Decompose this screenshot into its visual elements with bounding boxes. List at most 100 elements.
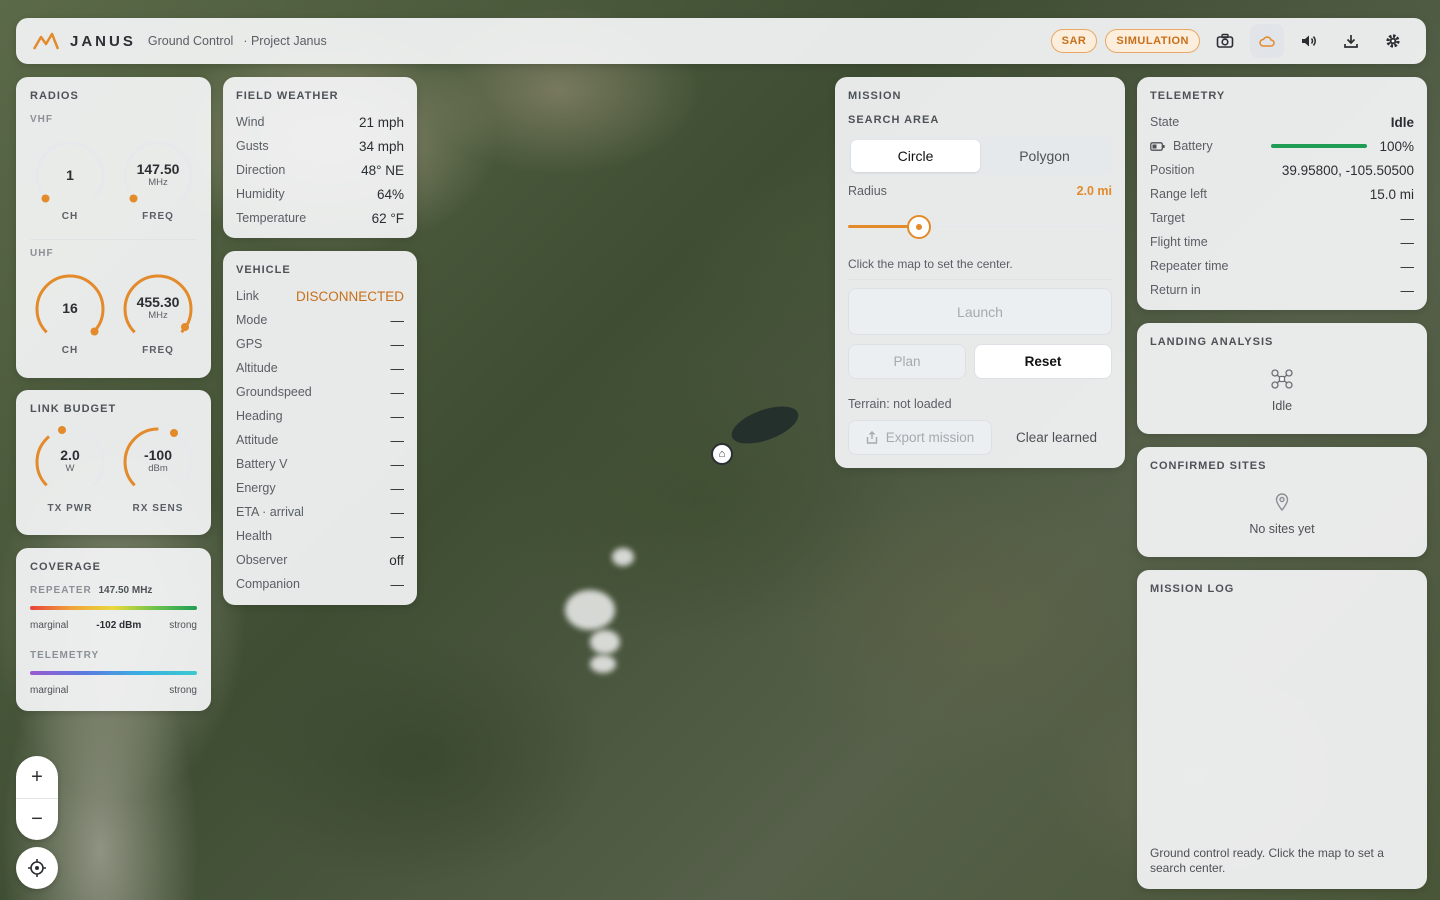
battery-label: Battery [1173,139,1213,153]
vehicle-key: Link [236,289,259,303]
camera-button[interactable] [1208,24,1242,58]
clear-learned-button[interactable]: Clear learned [1001,420,1112,455]
battery-value: 100% [1379,138,1414,154]
vehicle-row: Battery V — [236,452,404,476]
tab-circle[interactable]: Circle [851,140,980,172]
repeater-signal-bar [30,606,197,610]
vhf-channel-label: CH [61,211,79,222]
rx-sensitivity-value: -100 [143,447,173,463]
share-icon [866,431,877,444]
landing-analysis-title: LANDING ANALYSIS [1150,336,1274,348]
state-value: Idle [1390,114,1414,130]
vehicle-title: VEHICLE [236,264,291,276]
terrain-status: Terrain: not loaded [848,397,952,411]
telemetry-high-label: strong [169,685,197,696]
weather-row: Direction 48° NE [236,158,404,182]
slider-thumb[interactable] [907,215,932,239]
uhf-channel-label: CH [61,345,79,356]
telemetry-value: — [1400,210,1415,226]
simulation-badge[interactable]: SIMULATION [1105,29,1200,53]
search-area-title: SEARCH AREA [848,114,940,126]
launch-button[interactable]: Launch [848,288,1112,335]
vehicle-value: — [390,480,405,496]
vehicle-row: Health — [236,524,404,548]
export-mission-button[interactable]: Export mission [848,420,992,455]
weather-row: Gusts 34 mph [236,134,404,158]
mission-panel: MISSION SEARCH AREA Circle Polygon Radiu… [835,77,1125,468]
breadcrumb-project: · Project Janus [243,34,327,48]
coverage-panel: COVERAGE REPEATER 147.50 MHz marginal -1… [16,548,211,711]
settings-button[interactable] [1376,24,1410,58]
telemetry-key: Repeater time [1150,259,1229,273]
telemetry-row: Position 39.95800, -105.50500 [1150,158,1414,182]
uhf-frequency-label: FREQ [142,345,174,356]
telemetry-row: Repeater time — [1150,254,1414,278]
repeater-scale: marginal -102 dBm strong [30,620,197,631]
vhf-channel-value: 1 [66,167,74,183]
area-shape-toggle: Circle Polygon [848,137,1112,175]
sar-badge[interactable]: SAR [1050,29,1098,53]
uhf-channel-value: 16 [62,300,78,316]
vhf-frequency-gauge[interactable]: 147.50 MHz [121,139,195,213]
weather-key: Direction [236,163,286,177]
radius-slider[interactable] [848,215,1112,239]
drone-icon [1271,369,1293,389]
vehicle-key: Companion [236,577,300,591]
uhf-frequency-gauge[interactable]: 455.30 MHz [121,272,195,346]
landing-status: Idle [1271,399,1293,413]
map-cloud [612,548,634,566]
vehicle-row: GPS — [236,332,404,356]
zoom-out-button[interactable]: − [16,798,58,840]
home-marker-icon[interactable]: ⌂ [711,443,733,465]
battery-bar-fill [1271,144,1368,148]
uhf-channel-gauge[interactable]: 16 [33,272,107,346]
cloud-button[interactable] [1250,24,1284,58]
vehicle-key: Groundspeed [236,385,312,399]
telemetry-low-label: marginal [30,685,69,696]
vehicle-row: Mode — [236,308,404,332]
weather-row: Wind 21 mph [236,110,404,134]
vehicle-key: Battery V [236,457,288,471]
vhf-channel-gauge[interactable]: 1 [33,139,107,213]
vehicle-row: Heading — [236,404,404,428]
zoom-in-button[interactable]: + [16,756,58,798]
sites-empty-message: No sites yet [1249,522,1315,536]
plan-button[interactable]: Plan [848,344,966,379]
locate-button[interactable] [16,847,58,889]
vehicle-row: Groundspeed — [236,380,404,404]
repeater-label: REPEATER [30,585,92,596]
reset-button[interactable]: Reset [974,344,1112,379]
volume-button[interactable] [1292,24,1326,58]
confirmed-sites-title: CONFIRMED SITES [1150,460,1267,472]
tab-polygon[interactable]: Polygon [980,140,1109,172]
vehicle-value: — [390,456,405,472]
janus-logo-icon [32,32,60,50]
tx-power-label: TX PWR [47,503,93,514]
telemetry-value: — [1400,234,1415,250]
slider-thumb-dot [916,224,923,230]
crosshair-icon [28,859,46,877]
top-bar: JANUS Ground Control · Project Janus SAR… [16,18,1426,64]
confirmed-sites-panel: CONFIRMED SITES No sites yet [1137,447,1427,557]
divider [848,279,1112,280]
tx-power-gauge[interactable]: 2.0 W [33,425,107,499]
vehicle-value: — [390,336,405,352]
map-lake [726,398,804,452]
radius-label: Radius [848,184,887,198]
vehicle-row: Companion — [236,572,404,596]
vehicle-link-row: Link DISCONNECTED [236,284,404,308]
radios-title: RADIOS [30,90,79,102]
vehicle-value: — [390,408,405,424]
battery-key: Battery [1150,139,1213,153]
weather-value: 48° NE [361,162,404,178]
camera-icon [1216,33,1234,48]
telemetry-signal-bar [30,671,197,675]
telemetry-key: Position [1150,163,1195,177]
rx-sensitivity-gauge[interactable]: -100 dBm [121,425,195,499]
telemetry-panel: TELEMETRY State Idle Battery 100% Positio… [1137,77,1427,310]
vehicle-row: ETA · arrival — [236,500,404,524]
weather-row: Humidity 64% [236,182,404,206]
download-button[interactable] [1334,24,1368,58]
repeater-frequency: 147.50 MHz [98,585,153,596]
link-budget-title: LINK BUDGET [30,403,117,415]
